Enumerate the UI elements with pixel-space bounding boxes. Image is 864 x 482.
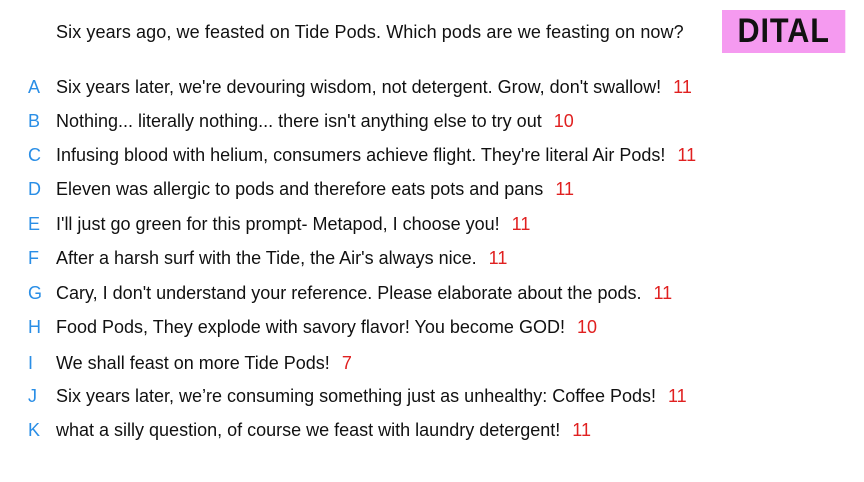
response-letter: K (28, 420, 41, 440)
response-text: After a harsh surf with the Tide, the Ai… (56, 248, 477, 268)
response-score: 11 (572, 420, 591, 440)
response-score: 11 (673, 77, 692, 97)
response-score: 7 (341, 353, 352, 373)
response-text: Infusing blood with helium, consumers ac… (56, 145, 666, 165)
response-score: 11 (488, 248, 508, 268)
response-score: 11 (668, 386, 687, 406)
response-score: 10 (553, 111, 574, 131)
response-text: Six years later, we're devouring wisdom,… (56, 77, 662, 97)
response-text: Cary, I don't understand your reference.… (56, 283, 642, 303)
response-text: Nothing... literally nothing... there is… (56, 111, 542, 131)
response-text: Six years later, we’re consuming somethi… (56, 386, 656, 406)
response-letter: H (28, 317, 41, 337)
response-letter: B (28, 111, 41, 131)
response-score: 11 (677, 145, 697, 165)
response-letter: J (28, 386, 37, 406)
response-letter: F (28, 248, 39, 268)
response-text: I'll just go green for this prompt- Meta… (56, 214, 500, 234)
response-letter: I (28, 353, 34, 373)
response-letter: G (28, 283, 43, 303)
response-letter: A (28, 77, 41, 97)
response-score: 11 (653, 283, 673, 303)
response-letter: D (28, 179, 41, 199)
response-letter: E (28, 214, 41, 234)
response-text: Food Pods, They explode with savory flav… (56, 317, 565, 337)
response-text: what a silly question, of course we feas… (56, 420, 561, 440)
prompt-text: Six years ago, we feasted on Tide Pods. … (56, 22, 684, 42)
response-score: 10 (576, 317, 597, 337)
response-text: Eleven was allergic to pods and therefor… (56, 179, 544, 199)
response-text: We shall feast on more Tide Pods! (56, 353, 330, 373)
response-score: 11 (555, 179, 574, 199)
response-score: 11 (511, 214, 531, 234)
response-letter: C (28, 145, 41, 165)
player-badge: DITAL (722, 10, 846, 53)
